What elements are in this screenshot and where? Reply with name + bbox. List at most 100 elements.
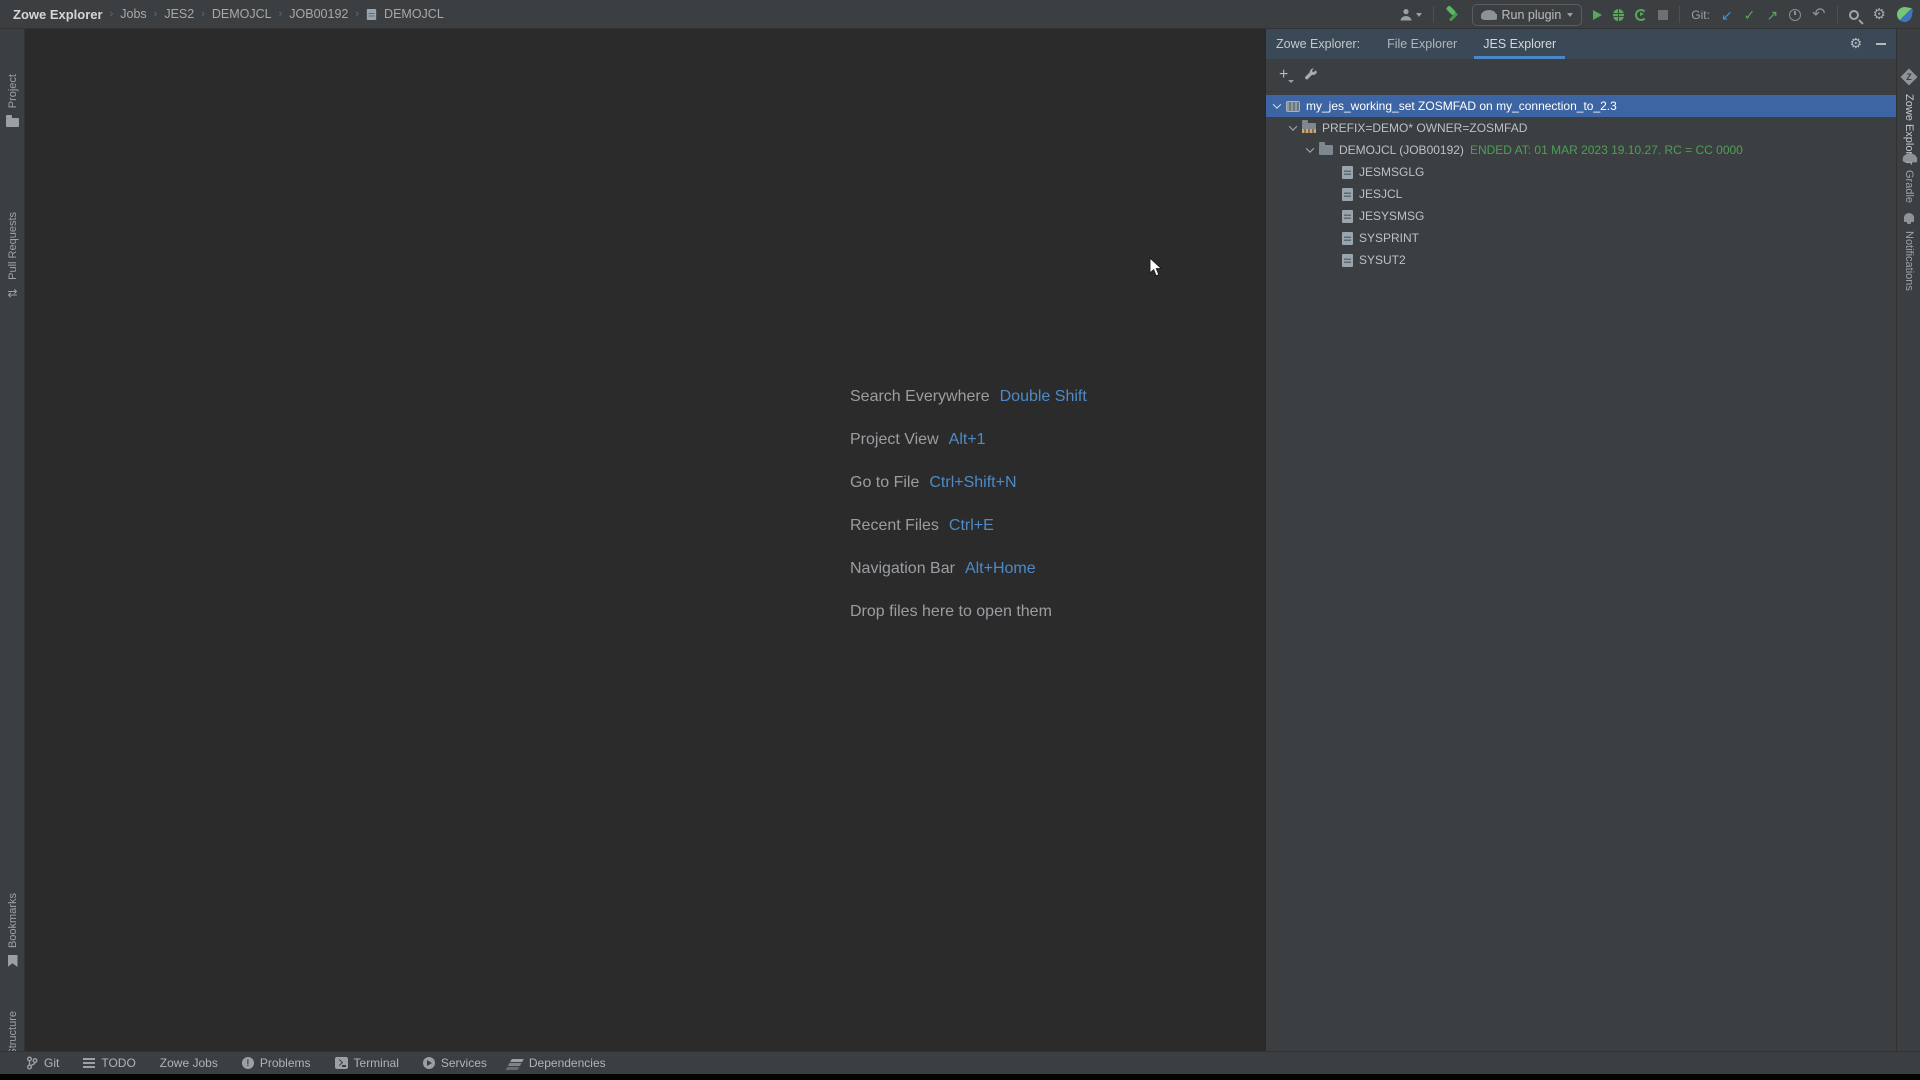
- hint-shortcut: Ctrl+Shift+N: [929, 474, 1016, 492]
- tree-row-spool-file[interactable]: JESMSGLG: [1266, 161, 1896, 183]
- git-update-icon[interactable]: ↙: [1721, 8, 1733, 22]
- tree-row-spool-file[interactable]: SYSUT2: [1266, 249, 1896, 271]
- breadcrumb-item[interactable]: JOB00192: [289, 7, 348, 21]
- search-everywhere-icon[interactable]: [1849, 10, 1859, 20]
- tree-row-spool-file[interactable]: SYSPRINT: [1266, 227, 1896, 249]
- hint-label: Search Everywhere: [850, 388, 990, 406]
- bottom-tool-bar: Git TODO Zowe Jobs ! Problems Terminal S…: [0, 1051, 1920, 1074]
- run-icon[interactable]: [1593, 10, 1602, 20]
- breadcrumb-item[interactable]: JES2: [164, 7, 194, 21]
- hint-label: Project View: [850, 431, 939, 449]
- add-icon[interactable]: +: [1279, 67, 1288, 83]
- zowe-icon: Z: [1901, 69, 1918, 86]
- toolwindow-label: Dependencies: [529, 1056, 606, 1070]
- job-status: ENDED AT: 01 MAR 2023 19.10.27. RC = CC …: [1470, 143, 1743, 157]
- toolbar-separator: [1679, 6, 1680, 23]
- toolwindow-git[interactable]: Git: [26, 1056, 59, 1070]
- spool-file-icon: [1342, 254, 1353, 267]
- toolwindow-terminal[interactable]: Terminal: [335, 1056, 399, 1070]
- breadcrumb: Zowe Explorer › Jobs › JES2 › DEMOJCL › …: [0, 7, 444, 22]
- breadcrumb-separator: ›: [355, 8, 359, 20]
- stripe-label: Pull Requests: [7, 212, 19, 280]
- tree-row-spool-file[interactable]: JESJCL: [1266, 183, 1896, 205]
- panel-header: Zowe Explorer: File Explorer JES Explore…: [1266, 29, 1896, 59]
- gradle-elephant-icon: [1902, 154, 1916, 163]
- tab-jes-explorer[interactable]: JES Explorer: [1470, 29, 1569, 59]
- git-label: Git:: [1691, 8, 1710, 22]
- toolwindow-dependencies[interactable]: Dependencies: [511, 1056, 606, 1070]
- editor-area: Search Everywhere Double Shift Project V…: [26, 30, 1265, 1051]
- user-button[interactable]: [1399, 8, 1422, 21]
- working-set-icon: [1286, 101, 1300, 112]
- tree-row-label: SYSUT2: [1359, 253, 1406, 267]
- tree-row-label: SYSPRINT: [1359, 231, 1419, 245]
- tree-row-label: JESYSMSG: [1359, 209, 1424, 223]
- tree-row-label: my_jes_working_set ZOSMFAD on my_connect…: [1306, 99, 1617, 113]
- rollback-icon[interactable]: ↶: [1812, 7, 1825, 23]
- toolbar-separator: [1837, 6, 1838, 23]
- hint-shortcut: Double Shift: [1000, 388, 1087, 406]
- toolwindow-zowe-jobs[interactable]: Zowe Jobs: [160, 1056, 218, 1070]
- sidebar-item-project[interactable]: Project: [0, 74, 25, 127]
- spool-file-icon: [1342, 166, 1353, 179]
- tab-file-explorer[interactable]: File Explorer: [1374, 29, 1470, 59]
- bottom-edge: [0, 1074, 1920, 1080]
- jes-tree: my_jes_working_set ZOSMFAD on my_connect…: [1266, 95, 1896, 271]
- run-configuration-select[interactable]: Run plugin: [1472, 4, 1583, 26]
- tree-row-label: JESJCL: [1359, 187, 1402, 201]
- sidebar-item-notifications[interactable]: Notifications: [1897, 213, 1920, 291]
- chevron-down-icon[interactable]: [1273, 100, 1281, 108]
- problems-icon: !: [242, 1057, 254, 1069]
- tree-row-prefix-filter[interactable]: PREFIX=DEMO* OWNER=ZOSMFAD: [1266, 117, 1896, 139]
- chevron-down-icon[interactable]: [1306, 144, 1314, 152]
- hint-shortcut: Ctrl+E: [949, 517, 994, 535]
- sidebar-item-bookmarks[interactable]: Bookmarks: [0, 893, 25, 967]
- run-configuration-label: Run plugin: [1502, 8, 1562, 22]
- breadcrumb-item[interactable]: DEMOJCL: [384, 7, 444, 21]
- breadcrumb-separator: ›: [279, 8, 283, 20]
- profiler-icon[interactable]: [1635, 9, 1647, 21]
- tree-row-working-set[interactable]: my_jes_working_set ZOSMFAD on my_connect…: [1266, 95, 1896, 117]
- toolwindow-todo[interactable]: TODO: [83, 1056, 135, 1070]
- terminal-icon: [335, 1057, 348, 1069]
- sidebar-item-gradle[interactable]: Gradle: [1897, 153, 1920, 203]
- hint-label: Go to File: [850, 474, 919, 492]
- toolwindow-label: Problems: [260, 1056, 311, 1070]
- git-push-icon[interactable]: ↗: [1766, 8, 1778, 22]
- todo-list-icon: [83, 1058, 95, 1068]
- panel-gear-icon[interactable]: ⚙: [1849, 37, 1862, 51]
- stop-icon[interactable]: [1658, 10, 1668, 20]
- drop-files-hint: Drop files here to open them: [850, 590, 1087, 633]
- chevron-down-icon[interactable]: [1289, 122, 1297, 130]
- spool-file-icon: [1342, 188, 1353, 201]
- chevron-down-icon: [1567, 13, 1573, 17]
- breadcrumb-project[interactable]: Zowe Explorer: [13, 7, 103, 22]
- history-icon[interactable]: [1789, 9, 1801, 21]
- build-hammer-icon[interactable]: [1445, 7, 1461, 23]
- minimize-icon[interactable]: [1876, 43, 1886, 45]
- gradle-task-icon: [1481, 10, 1496, 20]
- tree-row-job[interactable]: DEMOJCL (JOB00192) ENDED AT: 01 MAR 2023…: [1266, 139, 1896, 161]
- mouse-cursor: [1149, 257, 1164, 278]
- ide-globe-icon[interactable]: [1896, 6, 1913, 23]
- tree-row-label: DEMOJCL (JOB00192): [1339, 143, 1464, 157]
- debug-icon[interactable]: [1613, 9, 1624, 21]
- sidebar-item-zowe-explorer[interactable]: Z Zowe Explorer: [1897, 67, 1920, 165]
- toolwindow-label: Services: [441, 1056, 487, 1070]
- stripe-label: Bookmarks: [7, 893, 19, 948]
- wrench-icon[interactable]: [1304, 68, 1318, 82]
- git-commit-icon[interactable]: ✓: [1744, 8, 1756, 22]
- hint-label: Navigation Bar: [850, 560, 955, 578]
- left-tool-stripe: Project Pull Requests ⇄ Bookmarks Struct…: [0, 29, 25, 1051]
- breadcrumb-item[interactable]: Jobs: [120, 7, 146, 21]
- toolwindow-label: Zowe Jobs: [160, 1056, 218, 1070]
- project-folder-icon: [6, 118, 19, 127]
- sidebar-item-pull-requests[interactable]: Pull Requests ⇄: [0, 212, 25, 299]
- toolwindow-problems[interactable]: ! Problems: [242, 1056, 311, 1070]
- toolwindow-services[interactable]: Services: [423, 1056, 487, 1070]
- tree-row-spool-file[interactable]: JESYSMSG: [1266, 205, 1896, 227]
- settings-gear-icon[interactable]: ⚙: [1873, 7, 1886, 22]
- breadcrumb-item[interactable]: DEMOJCL: [212, 7, 272, 21]
- breadcrumb-separator: ›: [110, 8, 114, 20]
- panel-title: Zowe Explorer:: [1266, 37, 1374, 51]
